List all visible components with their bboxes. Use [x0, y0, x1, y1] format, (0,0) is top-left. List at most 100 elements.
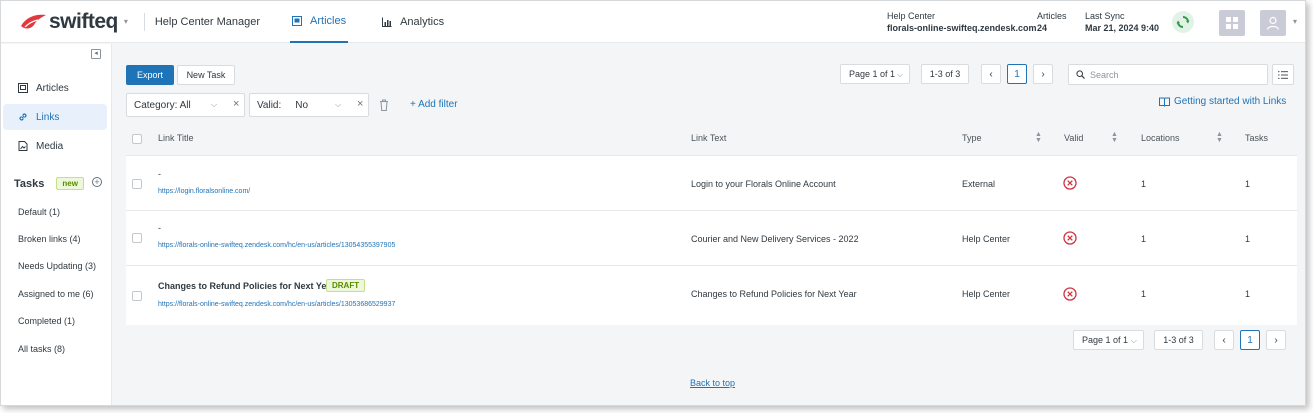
tab-articles[interactable]: Articles: [290, 1, 349, 43]
link-type: Help Center: [962, 289, 1011, 299]
user-menu-caret-icon[interactable]: ▾: [1293, 17, 1297, 26]
links-table: Link Title Link Text Type ▲ ▼ Valid ▲ ▼ Lo…: [126, 122, 1297, 325]
column-header-link-text[interactable]: Link Text: [691, 133, 726, 143]
user-avatar-button[interactable]: [1260, 10, 1286, 36]
valid-filter-value: No: [295, 99, 309, 111]
invalid-x-icon: [1063, 176, 1077, 190]
export-button[interactable]: Export: [126, 65, 174, 85]
search-input[interactable]: Search: [1068, 64, 1268, 85]
new-task-button[interactable]: New Task: [177, 65, 235, 85]
locations-count[interactable]: 1: [1141, 234, 1146, 244]
link-url[interactable]: https://florals-online-swifteq.zendesk.c…: [158, 301, 395, 308]
tasks-count[interactable]: 1: [1245, 179, 1250, 189]
apps-grid-button[interactable]: [1219, 10, 1245, 36]
articles-count-label: Articles: [1037, 11, 1067, 21]
column-header-type[interactable]: Type: [962, 133, 982, 143]
invalid-x-icon: [1063, 231, 1077, 245]
column-header-tasks[interactable]: Tasks: [1245, 133, 1268, 143]
link-type: External: [962, 179, 996, 189]
brand-name: swifteq: [49, 9, 118, 33]
sidebar-item-label: Articles: [36, 82, 69, 94]
invalid-x-icon: [1063, 287, 1077, 301]
article-icon: [292, 15, 303, 26]
sidebar-item-media[interactable]: Media: [3, 133, 107, 159]
chevron-down-icon: ⌵: [1130, 336, 1137, 345]
articles-count-value: 24: [1037, 23, 1048, 33]
last-sync-label: Last Sync: [1085, 11, 1125, 21]
column-header-link-title[interactable]: Link Title: [158, 133, 194, 143]
task-item-assigned-to-me[interactable]: Assigned to me (6): [18, 289, 94, 299]
link-text: Changes to Refund Policies for Next Year: [691, 289, 857, 299]
locations-count[interactable]: 1: [1141, 289, 1146, 299]
getting-started-link[interactable]: Getting started with Links: [1159, 96, 1286, 107]
sidebar-item-articles[interactable]: Articles: [3, 75, 107, 101]
app-title: Help Center Manager: [143, 12, 260, 31]
sync-button[interactable]: [1172, 11, 1194, 33]
brand-caret-icon[interactable]: ▾: [124, 17, 128, 26]
tasks-count[interactable]: 1: [1245, 289, 1250, 299]
sort-icon[interactable]: ▲ ▼: [1111, 131, 1118, 144]
page-select-bottom[interactable]: Page 1 of 1 ⌵: [1073, 330, 1144, 350]
search-icon: [1076, 70, 1085, 79]
chevron-right-icon: ›: [1274, 334, 1278, 346]
trash-icon[interactable]: [379, 99, 389, 111]
chevron-down-icon: ⌵: [896, 70, 903, 79]
add-task-icon[interactable]: +: [92, 177, 102, 187]
brand-logo[interactable]: swifteq ▾: [19, 1, 128, 43]
result-range-bottom: 1-3 of 3: [1154, 330, 1203, 350]
tasks-header: Tasks new +: [14, 177, 106, 190]
task-item-completed[interactable]: Completed (1): [18, 316, 75, 326]
link-url[interactable]: https://florals-online-swifteq.zendesk.c…: [158, 242, 395, 249]
clear-valid-filter-icon[interactable]: ×: [357, 98, 363, 110]
valid-filter[interactable]: Valid: No ⌵ ×: [249, 93, 369, 117]
task-item-needs-updating[interactable]: Needs Updating (3): [18, 261, 96, 271]
tab-analytics[interactable]: Analytics: [382, 1, 444, 43]
current-page-button[interactable]: 1: [1240, 330, 1260, 350]
articles-count-info: Articles 24: [1037, 10, 1067, 34]
back-to-top-link[interactable]: Back to top: [690, 378, 735, 388]
table-row[interactable]: Changes to Refund Policies for Next Year…: [126, 266, 1297, 325]
tasks-count[interactable]: 1: [1245, 234, 1250, 244]
row-checkbox[interactable]: [132, 179, 142, 189]
add-filter-button[interactable]: + Add filter: [410, 99, 458, 110]
article-icon: [18, 83, 28, 93]
link-title: -: [158, 223, 161, 233]
page-select-label: Page 1 of 1: [1082, 335, 1129, 345]
help-center-value: florals-online-swifteq.zendesk.com: [887, 23, 1037, 33]
row-checkbox[interactable]: [132, 233, 142, 243]
next-page-button[interactable]: ›: [1266, 330, 1286, 350]
task-item-default[interactable]: Default (1): [18, 207, 60, 217]
sidebar-item-links[interactable]: Links: [3, 104, 107, 130]
collapse-sidebar-icon[interactable]: ◂: [91, 49, 101, 59]
user-icon: [1266, 16, 1280, 30]
sort-icon[interactable]: ▲ ▼: [1035, 131, 1042, 144]
category-filter[interactable]: Category: All ⌵ ×: [126, 93, 245, 117]
tasks-heading: Tasks: [14, 177, 45, 190]
link-url[interactable]: https://login.floralsonline.com/: [158, 188, 250, 195]
column-options-button[interactable]: [1272, 64, 1294, 85]
link-title: -: [158, 169, 161, 179]
help-center-info: Help Center florals-online-swifteq.zende…: [887, 10, 1037, 34]
column-header-locations[interactable]: Locations: [1141, 133, 1180, 143]
task-item-broken-links[interactable]: Broken links (4): [18, 234, 81, 244]
select-all-checkbox[interactable]: [132, 134, 142, 144]
chevron-right-icon: ›: [1041, 68, 1045, 80]
app-window: swifteq ▾ Help Center Manager Articles A…: [0, 0, 1306, 406]
clear-category-filter-icon[interactable]: ×: [233, 98, 239, 110]
sort-icon[interactable]: ▲ ▼: [1216, 131, 1223, 144]
column-header-valid[interactable]: Valid: [1064, 133, 1083, 143]
prev-page-button[interactable]: ‹: [981, 64, 1001, 84]
prev-page-button[interactable]: ‹: [1214, 330, 1234, 350]
current-page-button[interactable]: 1: [1007, 64, 1027, 84]
locations-count[interactable]: 1: [1141, 179, 1146, 189]
table-row[interactable]: - https://florals-online-swifteq.zendesk…: [126, 211, 1297, 266]
page-select-top[interactable]: Page 1 of 1 ⌵: [840, 64, 910, 84]
table-row[interactable]: - https://login.floralsonline.com/ Login…: [126, 157, 1297, 211]
next-page-button[interactable]: ›: [1033, 64, 1053, 84]
sync-icon: [1176, 16, 1190, 28]
grid-icon: [1226, 17, 1238, 29]
link-text: Courier and New Delivery Services - 2022: [691, 234, 859, 244]
task-item-all-tasks[interactable]: All tasks (8): [18, 344, 65, 354]
row-checkbox[interactable]: [132, 291, 142, 301]
chevron-down-icon: ⌵: [211, 100, 218, 109]
